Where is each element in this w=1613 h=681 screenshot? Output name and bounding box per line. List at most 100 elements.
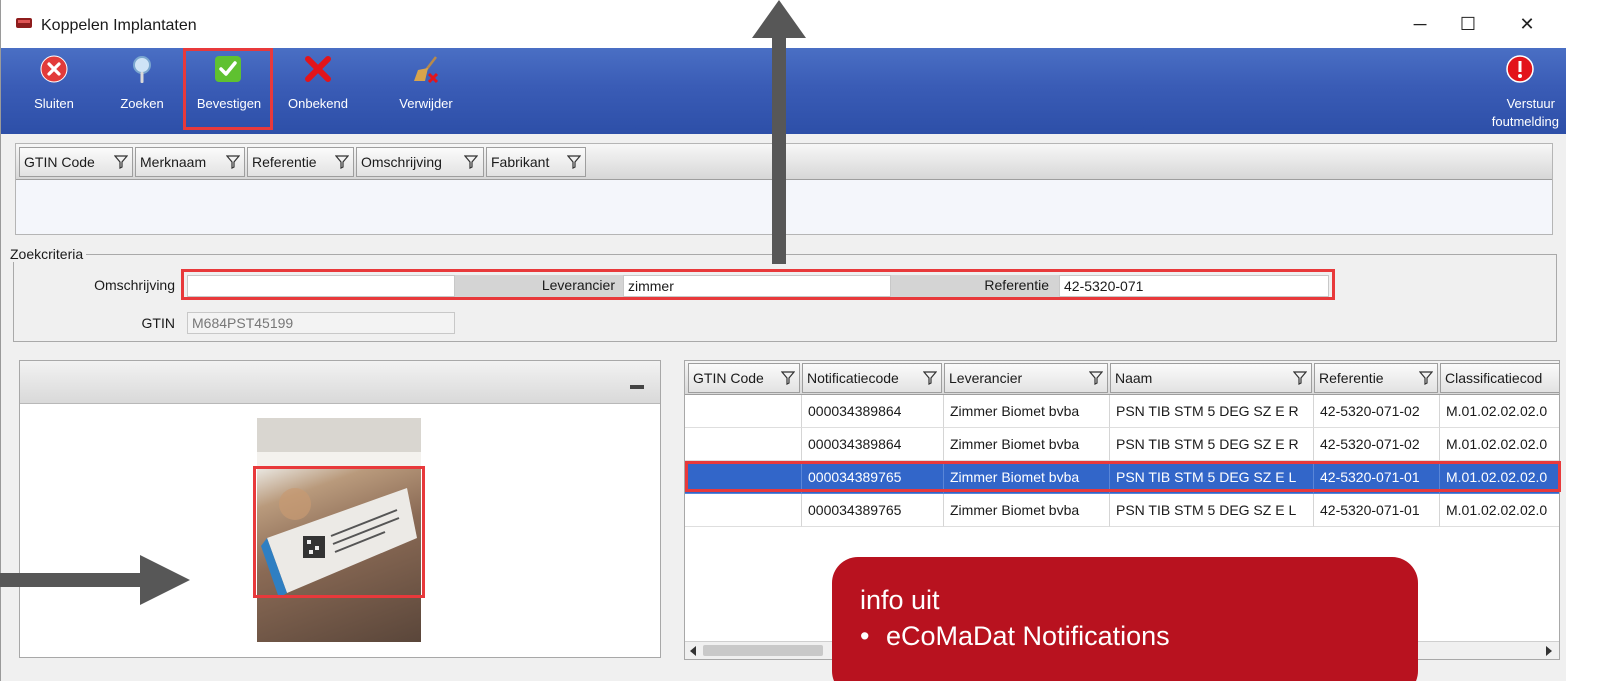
filter-icon[interactable] xyxy=(226,155,240,169)
cell-notificatiecode: 000034389765 xyxy=(802,461,944,494)
cell-naam: PSN TIB STM 5 DEG SZ E L xyxy=(1110,494,1314,527)
filter-icon[interactable] xyxy=(1293,371,1307,385)
filter-icon[interactable] xyxy=(1419,371,1433,385)
cell-naam: PSN TIB STM 5 DEG SZ E L xyxy=(1110,461,1314,494)
cell-leverancier: Zimmer Biomet bvba xyxy=(944,395,1110,428)
column-classificatiecode[interactable]: Classificatiecod xyxy=(1440,363,1559,393)
filter-icon[interactable] xyxy=(114,155,128,169)
column-label: Referentie xyxy=(252,154,317,170)
minimize-panel-icon[interactable] xyxy=(630,385,644,389)
filter-icon[interactable] xyxy=(335,155,349,169)
column-referentie[interactable]: Referentie xyxy=(1314,363,1438,393)
column-merknaam[interactable]: Merknaam xyxy=(135,147,245,177)
verwijder-button[interactable]: Verwijder xyxy=(393,48,459,134)
cell-gtin xyxy=(685,494,802,527)
broom-icon xyxy=(414,56,439,84)
column-notificatiecode[interactable]: Notificatiecode xyxy=(802,363,942,393)
column-label: Classificatiecod xyxy=(1445,370,1543,386)
info-item-text: eCoMaDat Notifications xyxy=(886,621,1170,651)
checkmark-icon xyxy=(215,56,241,82)
verstuur-label-2: foutmelding xyxy=(1491,114,1559,129)
cell-notificatiecode: 000034389765 xyxy=(802,494,944,527)
app-logo-icon xyxy=(16,18,32,28)
column-naam[interactable]: Naam xyxy=(1110,363,1312,393)
filter-icon[interactable] xyxy=(923,371,937,385)
annotation-arrow-up-shaft xyxy=(772,28,786,264)
column-label: GTIN Code xyxy=(693,370,764,386)
sluiten-label: Sluiten xyxy=(34,96,74,111)
cell-referentie: 42-5320-071-02 xyxy=(1314,395,1440,428)
implant-label-photo xyxy=(257,418,421,642)
red-x-icon xyxy=(305,56,331,82)
cell-naam: PSN TIB STM 5 DEG SZ E R xyxy=(1110,395,1314,428)
column-fabrikant[interactable]: Fabrikant xyxy=(486,147,586,177)
verstuur-label-1: Verstuur xyxy=(1506,96,1555,111)
scroll-thumb[interactable] xyxy=(703,645,823,656)
filter-icon[interactable] xyxy=(1089,371,1103,385)
search-icon xyxy=(133,56,151,83)
column-label: GTIN Code xyxy=(24,154,95,170)
close-circle-icon xyxy=(40,55,68,83)
filter-icon[interactable] xyxy=(567,155,581,169)
column-gtin-code[interactable]: GTIN Code xyxy=(19,147,133,177)
cell-notificatiecode: 000034389864 xyxy=(802,395,944,428)
cell-classificatiecode: M.01.02.02.02.0 xyxy=(1440,494,1559,527)
referentie-field[interactable]: 42-5320-071 xyxy=(1059,275,1329,297)
column-gtin-code[interactable]: GTIN Code xyxy=(688,363,800,393)
column-label: Naam xyxy=(1115,370,1153,386)
filter-icon[interactable] xyxy=(464,155,478,169)
omschrijving-field[interactable] xyxy=(187,275,455,297)
annotation-arrow-right-shaft xyxy=(0,573,150,587)
column-label: Notificatiecode xyxy=(807,370,899,386)
sluiten-button[interactable]: Sluiten xyxy=(27,48,81,134)
bevestigen-label: Bevestigen xyxy=(196,96,262,111)
zoeken-button[interactable]: Zoeken xyxy=(113,48,171,134)
implant-label-image-icon xyxy=(257,418,421,598)
column-label: Merknaam xyxy=(140,154,207,170)
annotation-arrow-up-icon xyxy=(752,0,806,38)
alert-icon xyxy=(1506,55,1534,83)
onbekend-button[interactable]: Onbekend xyxy=(283,48,353,134)
cell-leverancier: Zimmer Biomet bvba xyxy=(944,428,1110,461)
info-item: • eCoMaDat Notifications xyxy=(860,621,1418,657)
cell-referentie: 42-5320-071-02 xyxy=(1314,428,1440,461)
cell-referentie: 42-5320-071-01 xyxy=(1314,494,1440,527)
column-label: Leverancier xyxy=(949,370,1023,386)
scroll-right-icon[interactable] xyxy=(1545,646,1553,656)
leverancier-field[interactable]: zimmer xyxy=(623,275,891,297)
bullet-icon: • xyxy=(860,621,870,651)
referentie-label: Referentie xyxy=(984,277,1049,293)
cell-classificatiecode: M.01.02.02.02.0 xyxy=(1440,461,1559,494)
maximize-window-button[interactable]: ☐ xyxy=(1439,0,1497,48)
zoekcriteria-title: Zoekcriteria xyxy=(7,246,87,262)
filter-icon[interactable] xyxy=(781,371,795,385)
cell-classificatiecode: M.01.02.02.02.0 xyxy=(1440,428,1559,461)
close-window-button[interactable]: ✕ xyxy=(1498,0,1556,48)
results-grid-header: GTIN Code Notificatiecode Leverancier Na… xyxy=(685,361,1559,395)
cell-gtin xyxy=(685,395,802,428)
gtin-field: M684PST45199 xyxy=(187,312,455,334)
cell-notificatiecode: 000034389864 xyxy=(802,428,944,461)
window-title: Koppelen Implantaten xyxy=(41,17,197,34)
bevestigen-button[interactable]: Bevestigen xyxy=(189,48,269,134)
zoeken-label: Zoeken xyxy=(120,96,164,111)
column-omschrijving[interactable]: Omschrijving xyxy=(356,147,484,177)
cell-naam: PSN TIB STM 5 DEG SZ E R xyxy=(1110,428,1314,461)
onbekend-label: Onbekend xyxy=(288,96,348,111)
leverancier-label: Leverancier xyxy=(541,277,615,293)
column-leverancier[interactable]: Leverancier xyxy=(944,363,1108,393)
verstuur-foutmelding-button[interactable]: Verstuur foutmelding xyxy=(1481,48,1561,134)
info-heading: info uit xyxy=(860,585,940,615)
cell-classificatiecode: M.01.02.02.02.0 xyxy=(1440,395,1559,428)
column-referentie[interactable]: Referentie xyxy=(247,147,354,177)
verwijder-label: Verwijder xyxy=(399,96,453,111)
cell-leverancier: Zimmer Biomet bvba xyxy=(944,494,1110,527)
scroll-left-icon[interactable] xyxy=(689,646,697,656)
info-callout: info uit • eCoMaDat Notifications xyxy=(832,557,1418,681)
column-label: Referentie xyxy=(1319,370,1384,386)
annotation-arrow-right-icon xyxy=(140,555,190,605)
cell-leverancier: Zimmer Biomet bvba xyxy=(944,461,1110,494)
cell-gtin xyxy=(685,428,802,461)
cell-gtin xyxy=(685,461,802,494)
gtin-label: GTIN xyxy=(141,315,175,331)
